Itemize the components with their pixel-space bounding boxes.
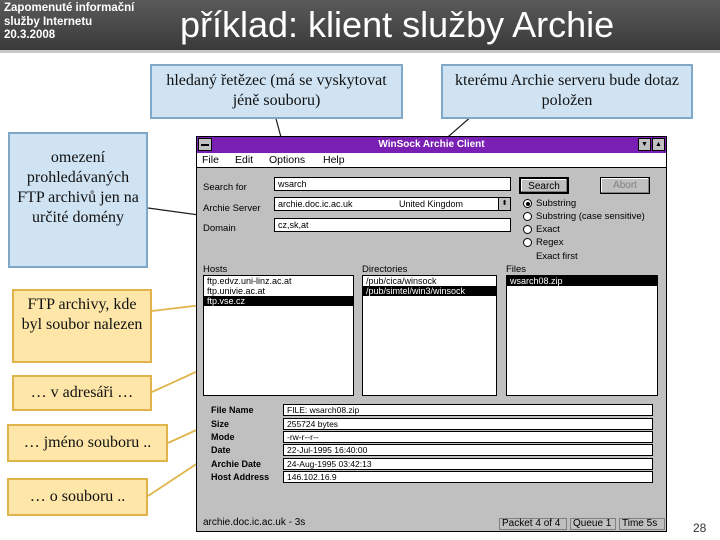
callout-ftp-archives: FTP archivy, kde byl soubor nalezen (12, 289, 152, 363)
radio-substring-case[interactable] (523, 212, 532, 221)
maximize-icon[interactable]: ▲ (652, 138, 665, 151)
detail-value: 24-Aug-1995 03:42:13 (283, 458, 653, 470)
list-item-selected[interactable]: /pub/simtel/win3/winsock (363, 286, 496, 296)
detail-value: 255724 bytes (283, 418, 653, 430)
search-input[interactable]: wsarch (274, 177, 511, 191)
window-title: WinSock Archie Client (378, 139, 485, 150)
radio-exact-label: Exact (536, 224, 560, 235)
menu-options[interactable]: Options (269, 154, 305, 166)
detail-label: File Name (211, 405, 254, 415)
detail-label: Date (211, 445, 231, 455)
list-item[interactable]: ftp.univie.ac.at (204, 286, 353, 296)
callout-server: kterému Archie serveru bude dotaz polože… (441, 64, 693, 119)
server-country: United Kingdom (399, 199, 464, 209)
callout-domain-text: omezení prohledávaných FTP archivů jen n… (17, 149, 139, 226)
detail-value: -rw-r--r-- (283, 431, 653, 443)
radio-regex-label: Regex (536, 237, 564, 248)
status-bar: archie.doc.ic.ac.uk - 3s Packet 4 of 4 Q… (197, 517, 666, 531)
detail-value: 22-Jul-1995 16:40:00 (283, 444, 653, 456)
callout-search-string-text: hledaný řetězec (má se vyskytovat jéně s… (166, 72, 387, 109)
status-queue: Queue 1 (570, 518, 616, 530)
page-number: 28 (693, 521, 707, 535)
server-value: archie.doc.ic.ac.uk (278, 199, 353, 209)
callout-directory: … v adresáři … (12, 375, 152, 411)
hosts-list[interactable]: ftp.edvz.uni-linz.ac.at ftp.univie.ac.at… (203, 275, 354, 396)
directories-label: Directories (362, 264, 408, 275)
abort-button[interactable]: Abort (600, 177, 650, 194)
menu-file[interactable]: File (202, 154, 219, 166)
list-item-selected[interactable]: ftp.vse.cz (204, 296, 353, 306)
search-button[interactable]: Search (519, 177, 569, 194)
menu-help[interactable]: Help (323, 154, 345, 166)
radio-regex[interactable] (523, 238, 532, 247)
archie-client-window: WinSock Archie Client ▼ ▲ File Edit Opti… (196, 136, 667, 532)
callout-about-file: … o souboru .. (7, 478, 148, 516)
detail-label: Size (211, 419, 230, 429)
detail-label: Host Address (211, 472, 270, 482)
callout-about-file-text: … o souboru .. (29, 488, 126, 505)
detail-label: Mode (211, 432, 235, 442)
detail-label: Archie Date (211, 459, 262, 469)
list-item-selected[interactable]: wsarch08.zip (507, 276, 657, 286)
callout-filename: … jméno souboru .. (7, 424, 168, 462)
callout-search-string: hledaný řetězec (má se vyskytovat jéně s… (150, 64, 403, 119)
minimize-icon[interactable]: ▼ (638, 138, 651, 151)
server-select[interactable]: archie.doc.ic.ac.uk United Kingdom ⬍ (274, 197, 511, 211)
files-label: Files (506, 264, 527, 275)
status-main: archie.doc.ic.ac.uk - 3s (203, 517, 306, 528)
domain-input[interactable]: cz,sk,at (274, 218, 511, 232)
callout-server-text: kterému Archie serveru bude dotaz polože… (455, 72, 679, 109)
server-label: Archie Server (203, 203, 261, 214)
detail-value: FILE: wsarch08.zip (283, 404, 653, 416)
radio-exact[interactable] (523, 225, 532, 234)
domain-label: Domain (203, 223, 236, 234)
detail-value: 146.102.16.9 (283, 471, 653, 483)
server-dropdown-icon[interactable]: ⬍ (498, 198, 510, 210)
menu-bar: File Edit Options Help (197, 153, 666, 168)
files-list[interactable]: wsarch08.zip (506, 275, 658, 396)
list-item[interactable]: ftp.edvz.uni-linz.ac.at (204, 276, 353, 286)
window-titlebar[interactable]: WinSock Archie Client ▼ ▲ (197, 137, 666, 153)
callout-filename-text: … jméno souboru .. (23, 434, 152, 451)
status-time: Time 5s (619, 518, 665, 530)
radio-substring-label: Substring (536, 198, 577, 209)
directories-list[interactable]: /pub/cica/winsock /pub/simtel/win3/winso… (362, 275, 497, 396)
status-packet: Packet 4 of 4 (499, 518, 567, 530)
list-item[interactable]: /pub/cica/winsock (363, 276, 496, 286)
callout-domain: omezení prohledávaných FTP archivů jen n… (8, 132, 148, 268)
radio-substring-case-label: Substring (case sensitive) (536, 211, 645, 222)
search-label: Search for (203, 182, 247, 193)
menu-edit[interactable]: Edit (235, 154, 253, 166)
radio-substring[interactable] (523, 199, 532, 208)
callout-ftp-archives-text: FTP archivy, kde byl soubor nalezen (21, 296, 143, 333)
hosts-label: Hosts (203, 264, 228, 275)
callout-directory-text: … v adresáři … (30, 384, 134, 401)
exact-first-label[interactable]: Exact first (536, 251, 578, 262)
